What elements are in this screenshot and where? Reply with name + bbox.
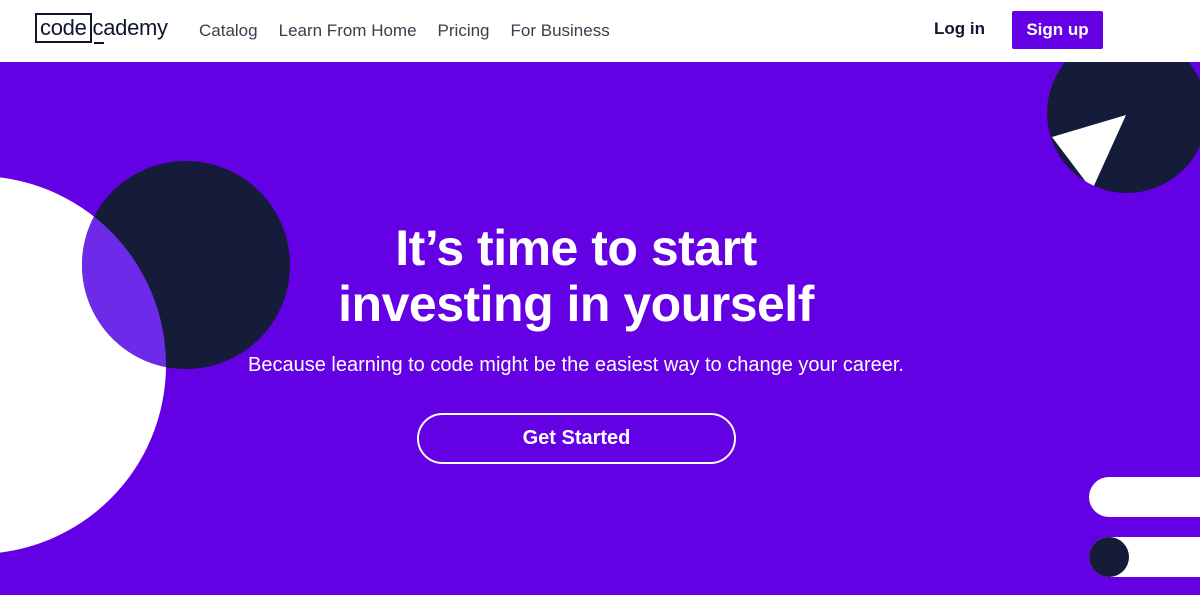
- logo-code-box: code: [35, 13, 92, 43]
- decorative-white-pill-top: [1089, 477, 1200, 517]
- nav-link-learn-from-home[interactable]: Learn From Home: [279, 21, 417, 41]
- decorative-navy-circle: [82, 161, 290, 369]
- hero-subheadline: Because learning to code might be the ea…: [248, 354, 904, 376]
- get-started-button[interactable]: Get Started: [417, 413, 736, 464]
- nav-link-pricing[interactable]: Pricing: [438, 21, 490, 41]
- nav-link-for-business[interactable]: For Business: [511, 21, 610, 41]
- headline-line-2: investing in yourself: [338, 276, 814, 332]
- decorative-corner-pie: [1047, 62, 1200, 193]
- top-navbar: code cademy Catalog Learn From Home Pric…: [0, 0, 1200, 62]
- nav-link-catalog[interactable]: Catalog: [199, 21, 258, 41]
- logo-wordmark: cademy: [92, 15, 168, 44]
- pie-slice-shape: [1052, 115, 1126, 190]
- main-nav: Catalog Learn From Home Pricing For Busi…: [199, 0, 631, 62]
- hero-headline: It’s time to start investing in yourself: [276, 220, 876, 332]
- codecademy-logo[interactable]: code cademy: [35, 13, 168, 44]
- decorative-overlap-shape: [82, 176, 166, 369]
- login-link[interactable]: Log in: [934, 19, 985, 39]
- decorative-navy-dot: [1089, 537, 1129, 577]
- hero-section: It’s time to start investing in yourself…: [0, 62, 1200, 595]
- headline-line-1: It’s time to start: [395, 220, 757, 276]
- signup-button[interactable]: Sign up: [1012, 11, 1103, 49]
